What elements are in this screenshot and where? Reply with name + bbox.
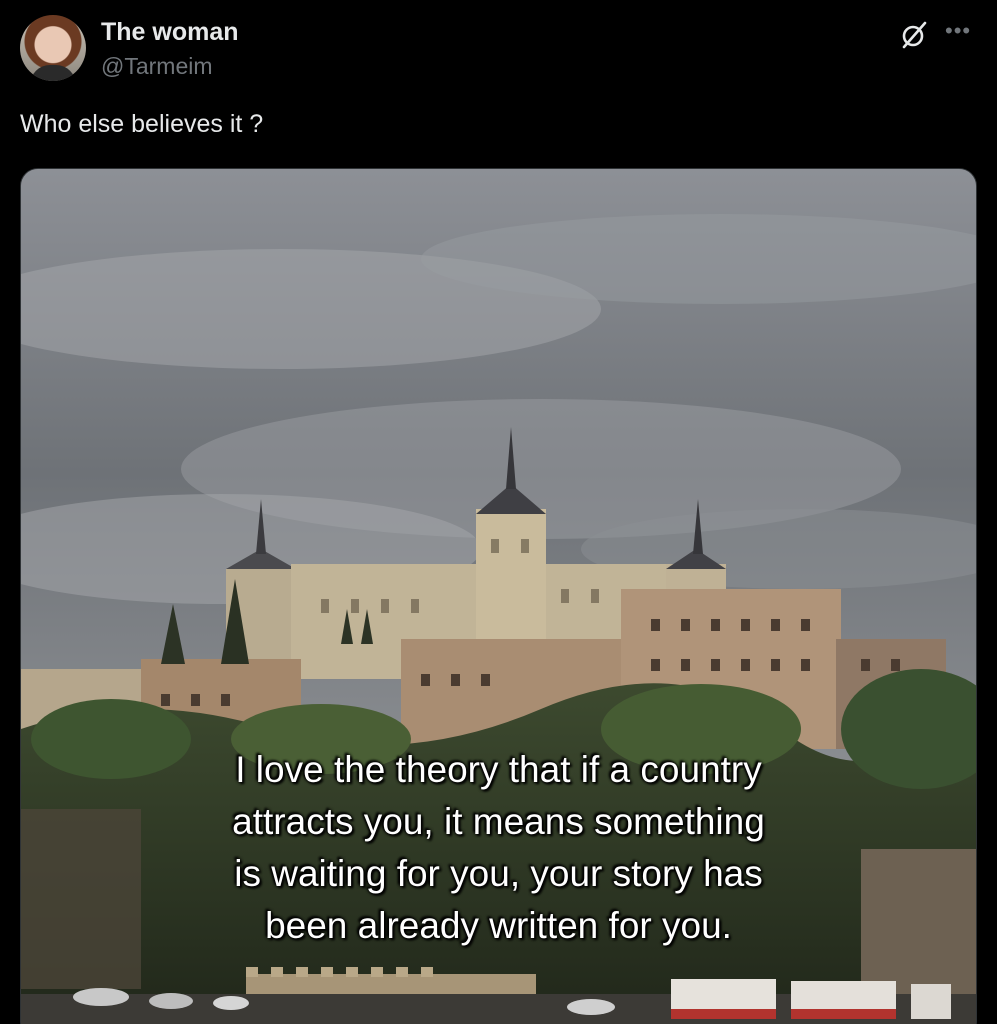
author-handle[interactable]: @Tarmeim [101, 53, 213, 80]
more-icon[interactable]: ••• [945, 18, 975, 44]
media-image[interactable]: I love the theory that if a country attr… [20, 168, 977, 1024]
author-display-name[interactable]: The woman [101, 18, 239, 47]
toledo-alcazar-photo [21, 169, 976, 1024]
avatar-shirt [30, 65, 76, 81]
tweet-card: The woman @Tarmeim ••• Who else believes… [0, 0, 997, 1024]
grok-icon[interactable] [899, 20, 929, 50]
tweet-text: Who else believes it ? [20, 110, 264, 138]
avatar[interactable] [20, 15, 86, 81]
